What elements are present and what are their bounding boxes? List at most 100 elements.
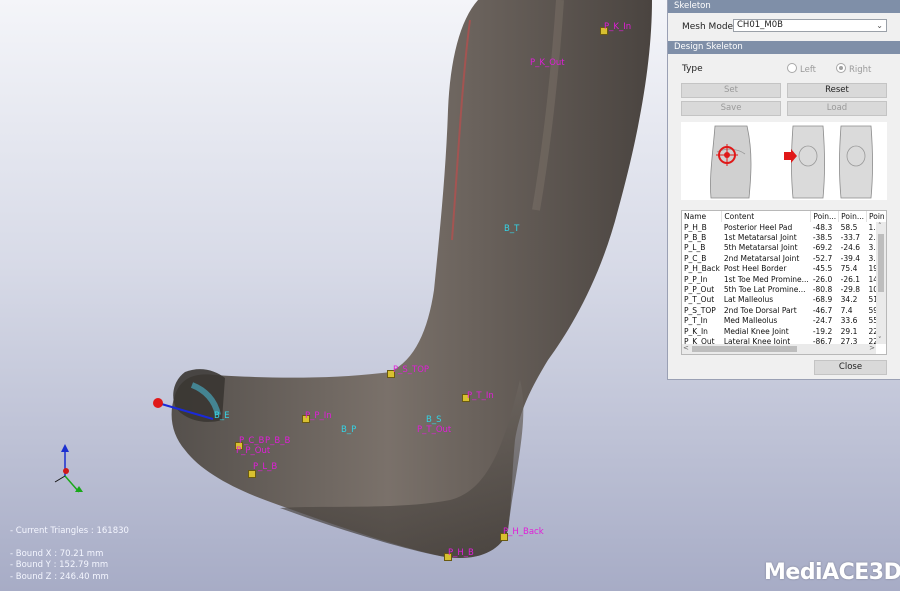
landmark-label-p-p-out[interactable]: P_P_Out — [236, 446, 270, 456]
table-row[interactable]: P_P_In1st Toe Med Promine...-26.0-26.114… — [682, 274, 886, 284]
horizontal-scroll-thumb[interactable] — [692, 346, 797, 352]
landmark-label-b-s[interactable]: B_S — [426, 415, 441, 425]
cell-point-x: -69.2 — [812, 243, 833, 253]
cell-name: P_S_TOP — [684, 305, 716, 315]
landmark-table[interactable]: Name Content Poin... Poin... Poin P_H_B P… — [681, 210, 887, 355]
cell-point-x: -48.3 — [812, 222, 833, 232]
stat-bound-z: - Bound Z : 246.40 mm — [10, 571, 109, 582]
type-right-radio[interactable]: Right — [836, 63, 871, 75]
scroll-left-icon[interactable]: < — [683, 344, 689, 352]
cell-name: P_P_Out — [684, 285, 715, 295]
cell-content: Lat Malleolus — [723, 295, 774, 305]
scroll-right-icon[interactable]: > — [869, 344, 875, 352]
set-button[interactable]: Set — [681, 83, 781, 98]
table-row[interactable]: P_L_B 5th Metatarsal Joint -69.2 -24.6 3.0 — [682, 243, 886, 253]
type-left-label: Left — [800, 65, 816, 75]
cell-point-x: -38.5 — [812, 233, 833, 243]
landmark-label-p-k-out[interactable]: P_K_Out — [530, 58, 565, 68]
landmark-label-p-h-b[interactable]: P_H_B — [448, 548, 474, 558]
cell-name: P_H_Back — [684, 264, 720, 274]
table-horizontal-scrollbar[interactable]: < > — [682, 344, 876, 354]
mesh-model-dropdown[interactable]: CH01_M0B ⌄ — [733, 19, 887, 32]
skeleton-panel: Skeleton Mesh Model CH01_M0B ⌄ Design Sk… — [667, 0, 900, 380]
landmark-label-p-b-b[interactable]: P_B_B — [265, 436, 290, 446]
load-button[interactable]: Load — [787, 101, 887, 116]
landmark-label-b-p[interactable]: B_P — [341, 425, 356, 435]
col-header-content[interactable]: Content — [721, 211, 812, 222]
cell-content: 2nd Metatarsal Joint — [723, 253, 800, 263]
type-label: Type — [682, 64, 703, 74]
cell-content: Med Malleolus — [723, 316, 778, 326]
cell-point-x: -45.5 — [812, 264, 833, 274]
cell-point-x: -80.8 — [812, 285, 833, 295]
cell-content: 2nd Toe Dorsal Part — [723, 305, 797, 315]
table-header-row: Name Content Poin... Poin... Poin — [682, 211, 886, 222]
mesh-stats: - Current Triangles : 161830 - Bound X :… — [10, 526, 129, 583]
save-button[interactable]: Save — [681, 101, 781, 116]
radio-icon — [787, 63, 797, 73]
landmark-label-p-c-b[interactable]: P_C_B — [239, 436, 264, 446]
cell-content: Post Heel Border — [723, 264, 787, 274]
cell-point-x: -24.7 — [812, 316, 833, 326]
landmark-label-b-t[interactable]: B_T — [504, 224, 519, 234]
vertical-scroll-thumb[interactable] — [878, 234, 884, 292]
col-header-point-y[interactable]: Poin... — [838, 211, 867, 222]
scroll-up-icon[interactable]: ˄ — [878, 222, 882, 230]
table-row[interactable]: P_S_TOP2nd Toe Dorsal Part-46.77.459.2 — [682, 305, 886, 315]
cell-point-x: -19.2 — [812, 326, 833, 336]
landmark-label-p-p-in[interactable]: P_P_In — [305, 411, 332, 421]
reset-button[interactable]: Reset — [787, 83, 887, 98]
stat-bound-x: - Bound X : 70.21 mm — [10, 548, 104, 559]
scroll-down-icon[interactable]: ˅ — [878, 336, 882, 344]
knee-guide-illustration — [710, 125, 873, 199]
table-row[interactable]: P_H_B Posterior Heel Pad -48.3 58.5 1.8 — [682, 222, 886, 232]
type-right-label: Right — [849, 65, 872, 75]
landmark-label-p-h-back[interactable]: P_H_Back — [503, 527, 544, 537]
mesh-model-value: CH01_M0B — [737, 20, 783, 30]
cell-content: 1st Metatarsal Joint — [723, 233, 797, 243]
cell-name: P_B_B — [684, 233, 707, 243]
landmark-label-p-t-in[interactable]: P_T_In — [467, 391, 494, 401]
cell-point-x: -26.0 — [812, 274, 833, 284]
col-header-point-z[interactable]: Poin — [866, 211, 886, 222]
landmark-label-p-l-b[interactable]: P_L_B — [253, 462, 277, 472]
cell-point-x: -68.9 — [812, 295, 833, 305]
cell-content: 5th Metatarsal Joint — [723, 243, 798, 253]
table-row[interactable]: P_T_InMed Malleolus-24.733.655.5 — [682, 316, 886, 326]
type-left-radio[interactable]: Left — [787, 63, 816, 75]
table-row[interactable]: P_T_OutLat Malleolus-68.934.251.5 — [682, 295, 886, 305]
landmark-guide-preview — [681, 122, 887, 200]
landmark-label-b-e[interactable]: B_E — [214, 411, 229, 421]
cell-point-y: 29.1 — [840, 326, 858, 336]
cell-content: Medial Knee Joint — [723, 326, 789, 336]
cell-content: 1st Toe Med Promine... — [723, 274, 809, 284]
cell-point-y: 34.2 — [840, 295, 858, 305]
landmark-label-p-t-out[interactable]: P_T_Out — [417, 425, 451, 435]
close-button[interactable]: Close — [814, 360, 887, 375]
table-row[interactable]: P_K_InMedial Knee Joint-19.229.1223. — [682, 326, 886, 336]
cell-point-x: -52.7 — [812, 253, 833, 263]
cell-content: Posterior Heel Pad — [723, 222, 793, 232]
cell-point-y: 75.4 — [840, 264, 858, 274]
mesh-model-label: Mesh Model — [682, 22, 736, 32]
table-vertical-scrollbar[interactable]: ˄ ˅ — [876, 222, 886, 344]
col-header-name[interactable]: Name — [682, 211, 723, 222]
cell-name: P_T_Out — [684, 295, 715, 305]
cell-point-y: 58.5 — [840, 222, 858, 232]
cell-name: P_H_B — [684, 222, 707, 232]
landmark-label-p-k-in[interactable]: P_K_In — [604, 22, 631, 32]
cell-point-y: 33.6 — [840, 316, 858, 326]
cell-name: P_K_In — [684, 326, 708, 336]
col-header-point-x[interactable]: Poin... — [810, 211, 840, 222]
skeleton-section-title: Skeleton — [668, 0, 900, 13]
table-row[interactable]: P_B_B 1st Metatarsal Joint -38.5 -33.7 2.7 — [682, 232, 886, 243]
table-row[interactable]: P_P_Out5th Toe Lat Promine...-80.8-29.81… — [682, 284, 886, 295]
cell-point-y: -26.1 — [840, 274, 861, 284]
table-row[interactable]: P_C_B 2nd Metatarsal Joint -52.7 -39.4 3.1 — [682, 253, 886, 263]
table-row[interactable]: P_H_BackPost Heel Border-45.575.419.7 — [682, 264, 886, 274]
type-row: Type Left Right — [668, 54, 900, 78]
cell-point-y: -24.6 — [840, 243, 861, 253]
axis-gizmo-icon — [54, 444, 83, 493]
landmark-label-p-s-top[interactable]: P_S_TOP — [393, 365, 429, 375]
cell-point-y: -33.7 — [840, 233, 861, 243]
